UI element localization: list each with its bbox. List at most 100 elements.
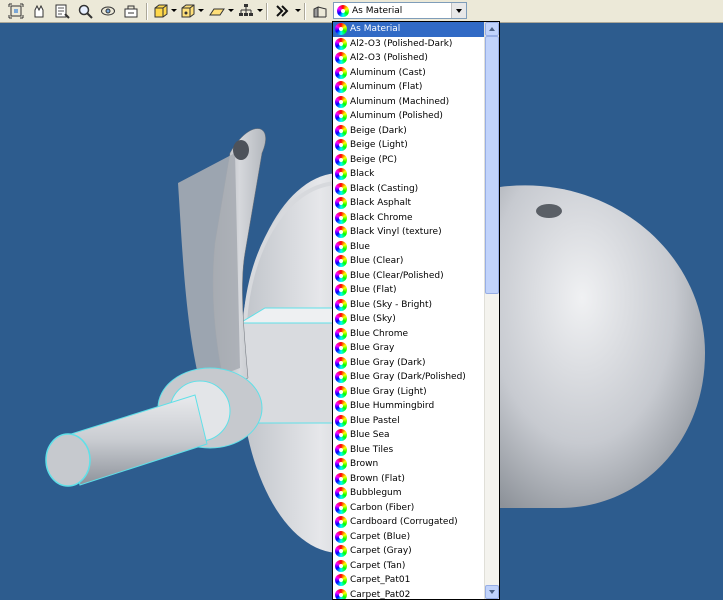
- dropdown-item-label: Beige (Light): [350, 140, 408, 150]
- material-swatch-icon: [335, 269, 347, 282]
- dropdown-item-label: Blue Tiles: [350, 444, 394, 455]
- hierarchy-icon[interactable]: [238, 3, 254, 19]
- pan-icon[interactable]: [31, 3, 47, 19]
- dropdown-item[interactable]: Carpet_Pat02: [333, 588, 485, 599]
- dropdown-item[interactable]: Blue (Sky - Bright): [333, 298, 485, 313]
- dropdown-item[interactable]: Carpet (Tan): [333, 559, 485, 574]
- shaded-display-icon[interactable]: [153, 3, 169, 19]
- shadow-dropdown-arrow[interactable]: [228, 9, 234, 12]
- combo-dropdown-button[interactable]: [451, 3, 466, 18]
- dropdown-item[interactable]: Blue (Clear/Polished): [333, 269, 485, 284]
- dropdown-scrollbar[interactable]: [484, 22, 499, 599]
- dropdown-item[interactable]: Aluminum (Flat): [333, 80, 485, 95]
- dropdown-item[interactable]: Carbon (Fiber): [333, 501, 485, 516]
- zoom-icon[interactable]: [77, 3, 93, 19]
- forward-icon[interactable]: [274, 3, 290, 19]
- dropdown-item[interactable]: Black Vinyl (texture): [333, 225, 485, 240]
- color-style-combo[interactable]: As Material: [333, 2, 467, 19]
- dropdown-item[interactable]: Blue Hummingbird: [333, 399, 485, 414]
- material-swatch-icon: [335, 530, 347, 543]
- dropdown-item[interactable]: Al2-O3 (Polished-Dark): [333, 37, 485, 52]
- dropdown-item-label: Black Vinyl (texture): [350, 227, 442, 237]
- dropdown-item[interactable]: Black (Casting): [333, 182, 485, 197]
- color-style-dropdown-list[interactable]: As Material Al2-O3 (Polished-Dark) Al2-O3 …: [332, 21, 500, 600]
- dropdown-item[interactable]: Brown (Flat): [333, 472, 485, 487]
- toolbar-separator: [146, 3, 147, 20]
- material-swatch-icon: [335, 124, 347, 137]
- dropdown-item[interactable]: Blue Gray (Light): [333, 385, 485, 400]
- material-swatch-icon: [335, 182, 347, 195]
- dropdown-item[interactable]: Beige (PC): [333, 153, 485, 168]
- perspective-icon[interactable]: [180, 3, 196, 19]
- scroll-down-button[interactable]: [485, 585, 499, 599]
- hemisphere-hole: [536, 204, 562, 218]
- material-swatch-icon: [335, 255, 347, 267]
- dropdown-item[interactable]: Blue (Clear): [333, 254, 485, 269]
- dropdown-item-label: Aluminum (Cast): [350, 67, 426, 78]
- dropdown-item[interactable]: Aluminum (Machined): [333, 95, 485, 110]
- dropdown-item[interactable]: Brown: [333, 457, 485, 472]
- dropdown-item[interactable]: Blue Chrome: [333, 327, 485, 342]
- dropdown-item-label: Carpet (Blue): [350, 531, 411, 542]
- dropdown-item[interactable]: Aluminum (Cast): [333, 66, 485, 81]
- dropdown-item-label: Black: [350, 169, 375, 179]
- dropdown-item[interactable]: Black: [333, 167, 485, 182]
- perspective-dropdown-arrow[interactable]: [198, 9, 204, 12]
- material-swatch-icon: [335, 110, 347, 122]
- dropdown-item[interactable]: Aluminum (Polished): [333, 109, 485, 124]
- dropdown-item[interactable]: Blue Pastel: [333, 414, 485, 429]
- dropdown-item[interactable]: Blue Sea: [333, 428, 485, 443]
- dropdown-item-label: Carbon (Fiber): [350, 502, 415, 513]
- dropdown-item[interactable]: Cardboard (Corrugated): [333, 515, 485, 530]
- material-swatch-icon: [335, 472, 347, 485]
- dropdown-item-label: Blue (Sky): [350, 314, 396, 324]
- shadow-icon[interactable]: [209, 3, 225, 19]
- dropdown-item[interactable]: Bubblegum: [333, 486, 485, 501]
- dropdown-item-label: Black (Casting): [350, 183, 419, 194]
- look-at-icon[interactable]: [123, 3, 139, 19]
- dropdown-item-label: Blue Gray (Dark/Polished): [350, 372, 466, 382]
- dropdown-item-label: Beige (Dark): [350, 125, 407, 136]
- dropdown-item[interactable]: Beige (Light): [333, 138, 485, 153]
- material-swatch-icon: [335, 574, 347, 586]
- dropdown-item[interactable]: Blue (Sky): [333, 312, 485, 327]
- zoom-all-icon[interactable]: [8, 3, 24, 19]
- zoom-window-icon[interactable]: [54, 3, 70, 19]
- dropdown-item-label: Brown (Flat): [350, 473, 405, 484]
- dropdown-item[interactable]: Carpet (Gray): [333, 544, 485, 559]
- dropdown-item[interactable]: Black Asphalt: [333, 196, 485, 211]
- shaded-display-dropdown-arrow[interactable]: [171, 9, 177, 12]
- forward-dropdown-arrow[interactable]: [295, 9, 301, 12]
- material-swatch-icon: [335, 66, 347, 79]
- dropdown-item-label: Beige (PC): [350, 154, 398, 165]
- material-swatch-icon: [335, 211, 347, 224]
- dropdown-item[interactable]: Al2-O3 (Polished): [333, 51, 485, 66]
- scroll-up-button[interactable]: [485, 22, 499, 36]
- dropdown-item-label: Blue Gray (Dark): [350, 357, 426, 368]
- orbit-icon[interactable]: [100, 3, 116, 19]
- dropdown-item[interactable]: Blue Gray: [333, 341, 485, 356]
- material-swatch-icon: [335, 37, 347, 50]
- color-style-icon[interactable]: [312, 3, 328, 19]
- dropdown-item[interactable]: Blue Tiles: [333, 443, 485, 458]
- dropdown-item[interactable]: Blue Gray (Dark/Polished): [333, 370, 485, 385]
- material-swatch-icon: [335, 458, 347, 470]
- dropdown-item-label: Blue (Flat): [350, 285, 397, 295]
- dropdown-item[interactable]: Black Chrome: [333, 211, 485, 226]
- hierarchy-dropdown-arrow[interactable]: [257, 9, 263, 12]
- dropdown-item[interactable]: Blue (Flat): [333, 283, 485, 298]
- dropdown-item[interactable]: Blue Gray (Dark): [333, 356, 485, 371]
- dropdown-item[interactable]: Carpet_Pat01: [333, 573, 485, 588]
- material-swatch-icon: [335, 516, 347, 528]
- scroll-thumb[interactable]: [485, 36, 499, 294]
- material-swatch-icon: [335, 327, 347, 340]
- material-swatch-icon: [335, 588, 347, 599]
- dropdown-item-label: Blue Hummingbird: [350, 401, 435, 411]
- dropdown-item[interactable]: Carpet (Blue): [333, 530, 485, 545]
- dropdown-items: As Material Al2-O3 (Polished-Dark) Al2-O3 …: [333, 22, 485, 599]
- material-swatch-icon: [335, 487, 347, 499]
- dropdown-item-label: Blue Gray: [350, 343, 395, 353]
- dropdown-item[interactable]: Beige (Dark): [333, 124, 485, 139]
- dropdown-item[interactable]: Blue: [333, 240, 485, 255]
- dropdown-item[interactable]: As Material: [333, 22, 485, 37]
